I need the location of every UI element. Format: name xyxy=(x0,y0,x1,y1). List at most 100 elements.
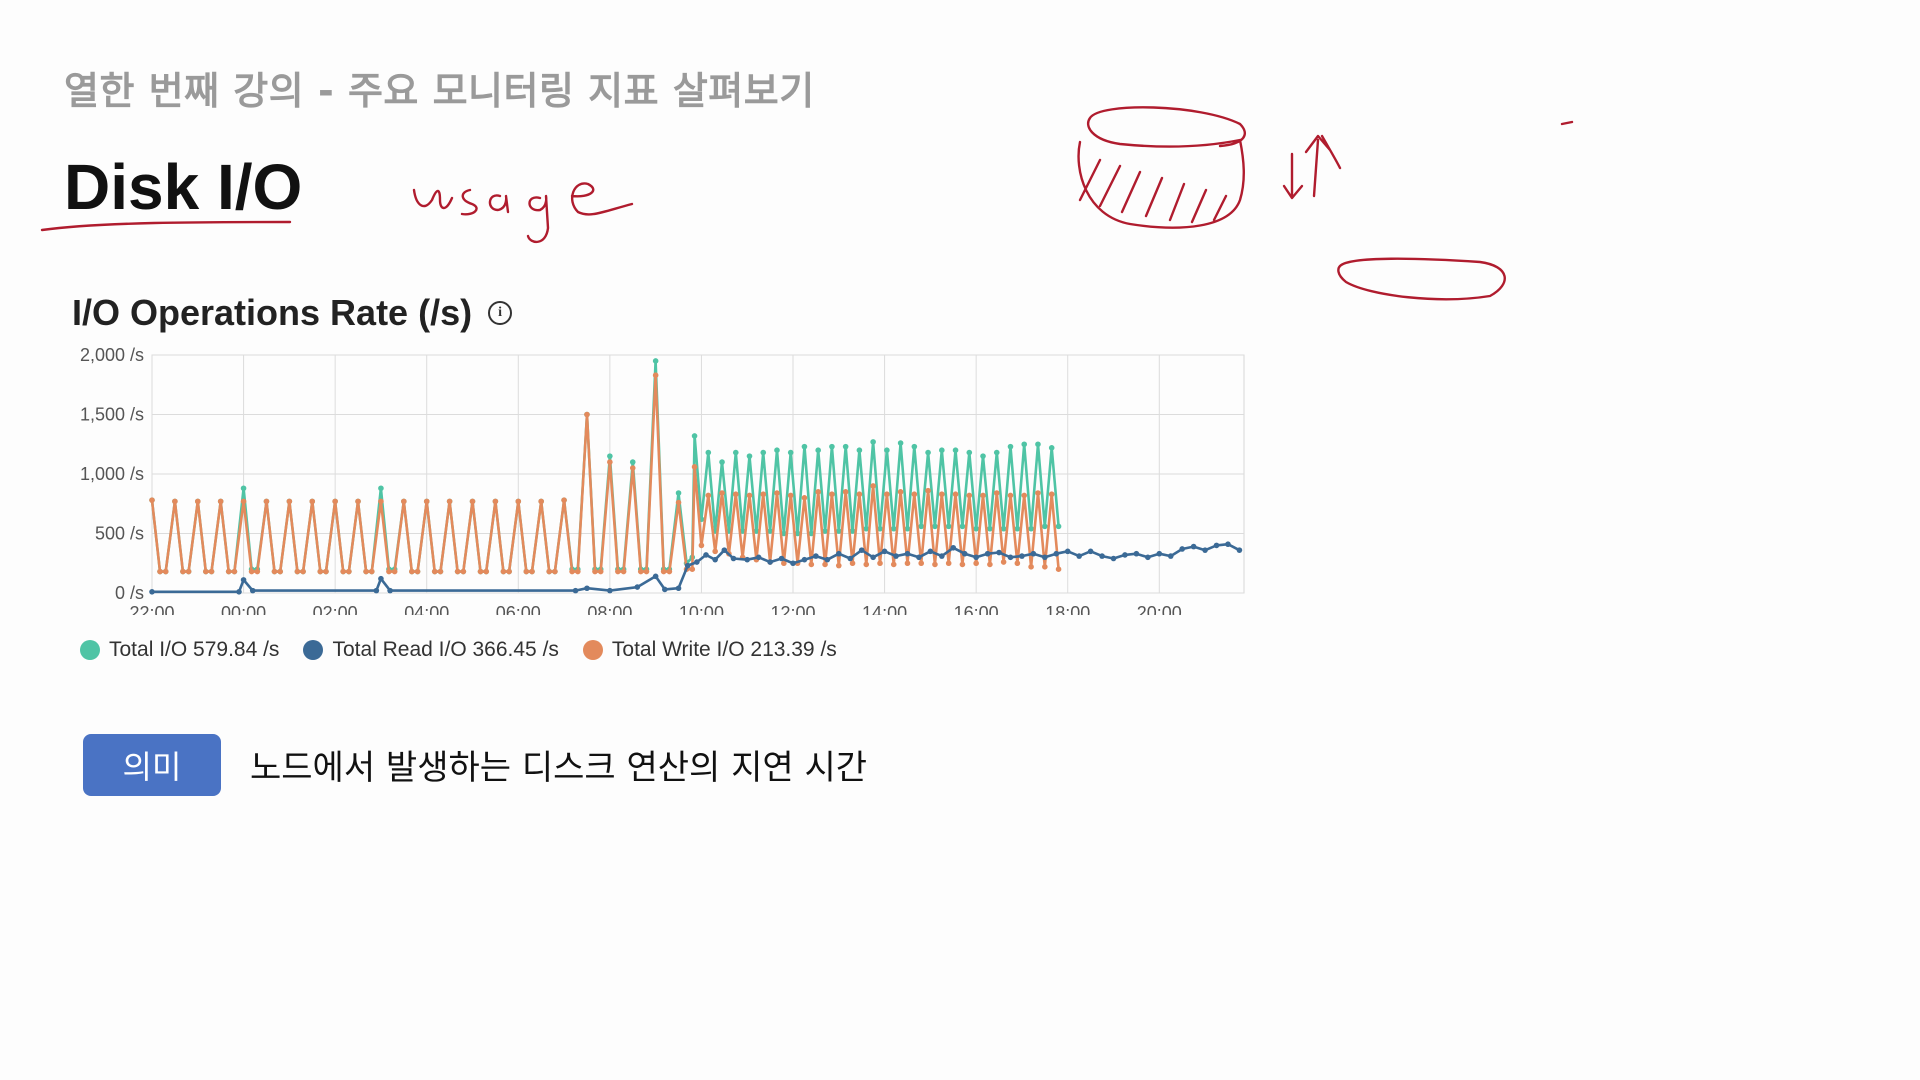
handwritten-usage-annotation xyxy=(412,182,634,243)
data-point-total-i-o xyxy=(939,447,945,453)
legend-item-total-read-io[interactable]: Total Read I/O 366.45 /s xyxy=(303,638,559,662)
data-point-total-write-i-o xyxy=(500,568,507,575)
data-point-total-write-i-o xyxy=(689,566,696,572)
data-point-total-read-i-o xyxy=(712,556,718,563)
data-point-total-write-i-o xyxy=(643,568,650,575)
data-point-total-write-i-o xyxy=(271,568,278,575)
data-point-total-read-i-o xyxy=(1007,554,1014,561)
data-point-total-read-i-o xyxy=(835,550,842,557)
data-point-total-read-i-o xyxy=(572,587,579,594)
data-point-total-i-o xyxy=(925,449,931,456)
data-point-total-write-i-o xyxy=(980,492,986,499)
data-point-total-write-i-o xyxy=(760,491,767,498)
lecture-title: 열한 번째 강의 - 주요 모니터링 지표 살펴보기 xyxy=(64,69,815,113)
data-point-total-i-o xyxy=(1042,523,1048,530)
data-point-total-write-i-o xyxy=(437,568,444,575)
data-point-total-write-i-o xyxy=(952,491,959,498)
series-line-total-read-i-o xyxy=(152,542,1241,594)
data-point-total-write-i-o xyxy=(515,498,522,505)
x-tick-label: 12:00 xyxy=(770,603,815,615)
data-point-total-write-i-o xyxy=(691,464,698,470)
data-point-total-read-i-o xyxy=(927,548,934,555)
io-operations-chart: 0 /s 500 /s 1,000 /s 1,500 /s 2,000 /s 22:00 0… xyxy=(80,345,1245,615)
chart-title: I/O Operations Rate (/s) i xyxy=(72,292,513,334)
data-point-total-write-i-o xyxy=(431,568,438,575)
ellipse-annotation xyxy=(1337,257,1506,301)
data-point-total-write-i-o xyxy=(774,490,780,496)
data-point-total-write-i-o xyxy=(529,568,535,575)
data-point-total-write-i-o xyxy=(829,491,835,498)
data-point-total-write-i-o xyxy=(454,568,461,575)
data-point-total-write-i-o xyxy=(1048,491,1055,498)
legend-dot-total-read-io xyxy=(303,640,324,660)
data-point-total-read-i-o xyxy=(778,555,785,562)
data-point-total-i-o xyxy=(1048,445,1055,451)
data-point-total-write-i-o xyxy=(1021,492,1028,499)
data-point-total-write-i-o xyxy=(698,542,705,549)
data-point-total-read-i-o xyxy=(1019,553,1025,559)
data-point-total-write-i-o xyxy=(1028,564,1034,570)
data-point-total-write-i-o xyxy=(423,498,430,505)
data-point-total-i-o xyxy=(945,523,952,530)
data-point-total-i-o xyxy=(652,358,659,364)
data-point-total-read-i-o xyxy=(1099,553,1105,559)
data-point-total-read-i-o xyxy=(1236,547,1243,553)
data-point-total-write-i-o xyxy=(835,562,842,569)
data-point-total-i-o xyxy=(801,443,808,450)
data-point-total-write-i-o xyxy=(194,498,201,505)
data-point-total-write-i-o xyxy=(822,561,828,568)
data-point-total-write-i-o xyxy=(1042,564,1048,570)
legend-label-total-write-io: Total Write I/O 213.39 /s xyxy=(611,638,837,661)
data-point-total-read-i-o xyxy=(607,587,613,594)
data-point-total-write-i-o xyxy=(842,489,849,495)
data-point-total-i-o xyxy=(240,485,247,492)
data-point-total-read-i-o xyxy=(730,555,737,562)
y-tick-label: 2,000 /s xyxy=(80,345,144,365)
data-point-total-write-i-o xyxy=(932,561,938,568)
data-point-total-write-i-o xyxy=(225,568,232,575)
legend-dot-total-write-io xyxy=(582,640,603,660)
data-point-total-write-i-o xyxy=(263,498,270,505)
data-point-total-write-i-o xyxy=(584,411,590,418)
data-point-total-write-i-o xyxy=(254,568,261,575)
data-point-total-write-i-o xyxy=(592,568,598,575)
data-point-total-write-i-o xyxy=(973,560,979,567)
data-point-total-write-i-o xyxy=(1055,566,1062,572)
data-point-total-read-i-o xyxy=(961,550,968,557)
data-point-total-write-i-o xyxy=(446,498,453,505)
data-point-total-read-i-o xyxy=(373,587,380,594)
data-point-total-read-i-o xyxy=(996,549,1002,556)
data-point-total-write-i-o xyxy=(959,561,966,568)
data-point-total-write-i-o xyxy=(552,568,558,575)
data-point-total-write-i-o xyxy=(323,568,329,575)
data-point-total-read-i-o xyxy=(149,589,155,595)
legend-item-total-write-io[interactable]: Total Write I/O 213.39 /s xyxy=(582,638,837,662)
info-icon[interactable]: i xyxy=(488,301,513,325)
y-tick-label: 1,500 /s xyxy=(80,405,144,425)
data-point-total-write-i-o xyxy=(414,568,421,575)
data-point-total-i-o xyxy=(629,459,636,465)
data-point-total-write-i-o xyxy=(546,568,552,575)
x-tick-label: 04:00 xyxy=(404,603,449,615)
data-point-total-write-i-o xyxy=(897,489,904,495)
legend-item-total-io[interactable]: Total I/O 579.84 /s xyxy=(80,638,279,662)
legend-label-total-io: Total I/O 579.84 /s xyxy=(109,638,280,661)
data-point-total-read-i-o xyxy=(378,575,384,582)
data-point-total-write-i-o xyxy=(208,568,215,575)
data-point-total-read-i-o xyxy=(249,587,256,594)
data-point-total-write-i-o xyxy=(409,568,415,575)
data-point-total-write-i-o xyxy=(469,498,476,505)
data-point-total-i-o xyxy=(829,443,835,450)
data-point-total-write-i-o xyxy=(386,568,392,575)
data-point-total-write-i-o xyxy=(575,568,581,575)
data-point-total-i-o xyxy=(691,433,698,439)
x-tick-label: 22:00 xyxy=(129,603,174,615)
data-point-total-write-i-o xyxy=(300,568,306,575)
data-point-total-write-i-o xyxy=(849,560,856,567)
data-point-total-read-i-o xyxy=(652,573,659,580)
data-point-total-write-i-o xyxy=(340,568,346,575)
data-point-total-write-i-o xyxy=(1007,492,1014,499)
data-point-total-i-o xyxy=(993,449,1000,456)
x-tick-label: 20:00 xyxy=(1137,603,1182,615)
data-point-total-write-i-o xyxy=(966,492,973,499)
